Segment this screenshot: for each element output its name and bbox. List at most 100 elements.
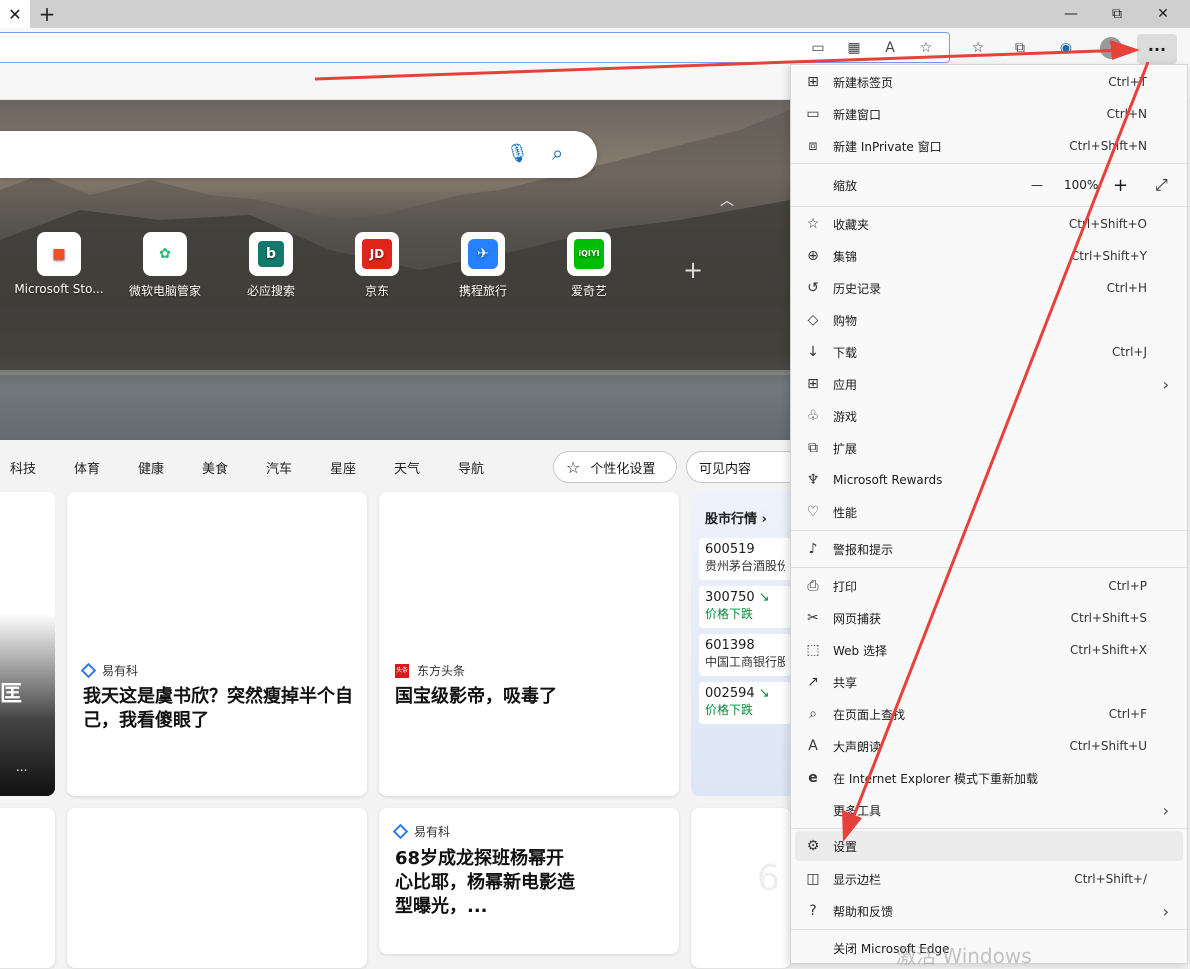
- menu-item-rewards[interactable]: ♆ Microsoft Rewards: [791, 464, 1187, 496]
- nav-item-tech[interactable]: 科技: [10, 458, 36, 477]
- visible-content-label: 可见内容: [699, 461, 752, 477]
- nav-item-food[interactable]: 美食: [202, 458, 228, 477]
- news-card[interactable]: 易有科 68岁成龙探班杨幂开心比耶，杨幂新电影造型曝光，...: [379, 808, 679, 954]
- menu-item-more-tools[interactable]: 更多工具 ›: [791, 794, 1187, 826]
- visible-content-button[interactable]: 可见内容: [686, 451, 796, 483]
- add-quicklink-icon[interactable]: +: [675, 252, 711, 288]
- menu-item-inprivate[interactable]: ⧈ 新建 InPrivate 窗口 Ctrl+Shift+N: [791, 130, 1187, 162]
- news-card[interactable]: 头条 东方头条 国宝级影帝，吸毒了: [379, 492, 679, 796]
- search-icon[interactable]: ⌕: [552, 141, 563, 165]
- menu-item-web-select[interactable]: ⬚ Web 选择 Ctrl+Shift+X: [791, 634, 1187, 666]
- stock-title[interactable]: 股市行情 ›: [705, 508, 767, 527]
- fullscreen-icon[interactable]: ⤢: [1155, 175, 1168, 195]
- quicklink-pc-manager[interactable]: ✿ 微软电脑管家: [112, 232, 218, 302]
- menu-item-find[interactable]: ⌕ 在页面上查找 Ctrl+F: [791, 698, 1187, 730]
- quicklink-microsoft-store[interactable]: ■ Microsoft Sto...: [6, 232, 112, 302]
- restore-button[interactable]: ⧉: [1094, 0, 1140, 28]
- stock-item[interactable]: 600519 贵州茅台酒股份: [699, 538, 791, 580]
- personalize-button[interactable]: ☆ 个性化设置: [553, 451, 677, 483]
- app-available-icon[interactable]: ▭: [806, 36, 830, 60]
- menu-item-read-aloud[interactable]: A 大声朗读 Ctrl+Shift+U: [791, 730, 1187, 762]
- quicklink-ctrip[interactable]: ✈ 携程旅行: [430, 232, 536, 302]
- quicklink-jd[interactable]: JD 京东: [324, 232, 430, 302]
- microphone-icon[interactable]: 🎙: [506, 143, 529, 164]
- collections-icon[interactable]: ⧉: [1008, 36, 1032, 60]
- quicklink-iqiyi[interactable]: iQIYI 爱奇艺: [536, 232, 642, 302]
- menu-item-sidebar[interactable]: ◫ 显示边栏 Ctrl+Shift+/: [791, 863, 1187, 895]
- menu-label: 新建标签页: [833, 75, 894, 90]
- qr-code-icon[interactable]: ▦: [842, 36, 866, 60]
- menu-item-new-tab[interactable]: ⊞ 新建标签页 Ctrl+T: [791, 66, 1187, 98]
- capture-icon: ✂: [807, 610, 819, 626]
- stock-widget[interactable]: 股市行情 › 600519 贵州茅台酒股份 300750 ↘ 价格下跌 6013…: [691, 492, 791, 796]
- menu-item-apps[interactable]: ⊞ 应用 ›: [791, 368, 1187, 400]
- menu-item-shopping[interactable]: ◇ 购物: [791, 304, 1187, 336]
- menu-item-downloads[interactable]: ↓ 下载 Ctrl+J: [791, 336, 1187, 368]
- news-card[interactable]: [67, 808, 367, 968]
- search-box[interactable]: 🎙 ⌕: [0, 131, 597, 178]
- news-card-left[interactable]: 匡 ...: [0, 492, 55, 796]
- menu-label: 游戏: [833, 409, 858, 424]
- menu-item-zoom: 缩放 — 100% + ⤢: [791, 169, 1187, 201]
- nav-item-weather[interactable]: 天气: [394, 458, 420, 477]
- source-name: 易有科: [414, 825, 451, 839]
- menu-item-alerts[interactable]: ♪ 警报和提示: [791, 533, 1187, 565]
- menu-item-help[interactable]: ? 帮助和反馈 ›: [791, 895, 1187, 927]
- quicklink-bing[interactable]: b 必应搜索: [218, 232, 324, 302]
- stock-item[interactable]: 601398 中国工商银行股: [699, 634, 791, 676]
- menu-item-settings[interactable]: ⚙ 设置: [795, 831, 1183, 861]
- card-headline[interactable]: 我天这是虞书欣？突然瘦掉半个自己，我看傻眼了: [83, 685, 353, 733]
- menu-item-new-window[interactable]: ▭ 新建窗口 Ctrl+N: [791, 98, 1187, 130]
- ctrip-icon: ✈: [461, 232, 505, 276]
- menu-item-extensions[interactable]: ⧉ 扩展: [791, 432, 1187, 464]
- nav-item-navigation[interactable]: 导航: [458, 458, 484, 477]
- menu-item-share[interactable]: ↗ 共享: [791, 666, 1187, 698]
- nav-item-horoscope[interactable]: 星座: [330, 458, 356, 477]
- add-favorite-icon[interactable]: ☆: [914, 36, 938, 60]
- nav-item-auto[interactable]: 汽车: [266, 458, 292, 477]
- news-card[interactable]: 易有科 我天这是虞书欣？突然瘦掉半个自己，我看傻眼了: [67, 492, 367, 796]
- menu-item-collections[interactable]: ⊕ 集锦 Ctrl+Shift+Y: [791, 240, 1187, 272]
- feed-nav: 科技 体育 健康 美食 汽车 星座 天气 导航 ☆ 个性化设置 可见内容: [0, 440, 796, 490]
- menu-label: 帮助和反馈: [833, 904, 894, 919]
- read-aloud-icon[interactable]: A: [878, 36, 902, 60]
- close-tab-button[interactable]: ✕: [0, 0, 30, 28]
- menu-item-history[interactable]: ↺ 历史记录 Ctrl+H: [791, 272, 1187, 304]
- nav-item-sports[interactable]: 体育: [74, 458, 100, 477]
- menu-item-web-capture[interactable]: ✂ 网页捕获 Ctrl+Shift+S: [791, 602, 1187, 634]
- profile-avatar[interactable]: [1100, 37, 1122, 59]
- chevron-up-icon[interactable]: ︿: [720, 190, 734, 210]
- menu-item-favorites[interactable]: ☆ 收藏夹 Ctrl+Shift+O: [791, 208, 1187, 240]
- menu-label: 应用: [833, 377, 858, 392]
- favorites-icon[interactable]: ☆: [966, 36, 990, 60]
- trend-down-icon: ↘: [758, 686, 770, 701]
- find-icon: ⌕: [809, 706, 817, 722]
- stock-item[interactable]: 002594 ↘ 价格下跌: [699, 682, 791, 724]
- stock-item[interactable]: 300750 ↘ 价格下跌: [699, 586, 791, 628]
- personalize-icon: ☆: [566, 457, 581, 477]
- menu-item-games[interactable]: ♧ 游戏: [791, 400, 1187, 432]
- zoom-in-button[interactable]: +: [1113, 175, 1128, 196]
- settings-and-more-button[interactable]: ···: [1137, 34, 1177, 64]
- edge-copilot-icon[interactable]: ◉: [1054, 36, 1078, 60]
- news-card[interactable]: 6: [691, 808, 791, 968]
- bing-icon: b: [249, 232, 293, 276]
- zoom-out-button[interactable]: —: [1031, 178, 1043, 192]
- menu-shortcut: Ctrl+F: [1108, 707, 1147, 721]
- card-headline[interactable]: 国宝级影帝，吸毒了: [395, 685, 665, 709]
- menu-item-performance[interactable]: ♡ 性能: [791, 496, 1187, 528]
- news-card-left[interactable]: [0, 808, 55, 968]
- nav-item-health[interactable]: 健康: [138, 458, 164, 477]
- card-headline[interactable]: 68岁成龙探班杨幂开心比耶，杨幂新电影造型曝光，...: [395, 847, 575, 919]
- new-tab-button[interactable]: +: [34, 1, 60, 27]
- minimize-button[interactable]: —: [1048, 0, 1094, 28]
- tile-label: Microsoft Sto...: [14, 282, 104, 296]
- menu-label: 集锦: [833, 249, 858, 264]
- menu-item-print[interactable]: ⎙ 打印 Ctrl+P: [791, 570, 1187, 602]
- close-window-button[interactable]: ✕: [1140, 0, 1186, 28]
- card-more-icon[interactable]: ...: [16, 760, 27, 774]
- menu-shortcut: Ctrl+N: [1106, 107, 1147, 121]
- menu-shortcut: Ctrl+Shift+N: [1069, 139, 1147, 153]
- menu-shortcut: Ctrl+Shift+/: [1074, 872, 1147, 886]
- menu-item-ie-mode[interactable]: e 在 Internet Explorer 模式下重新加载: [791, 762, 1187, 794]
